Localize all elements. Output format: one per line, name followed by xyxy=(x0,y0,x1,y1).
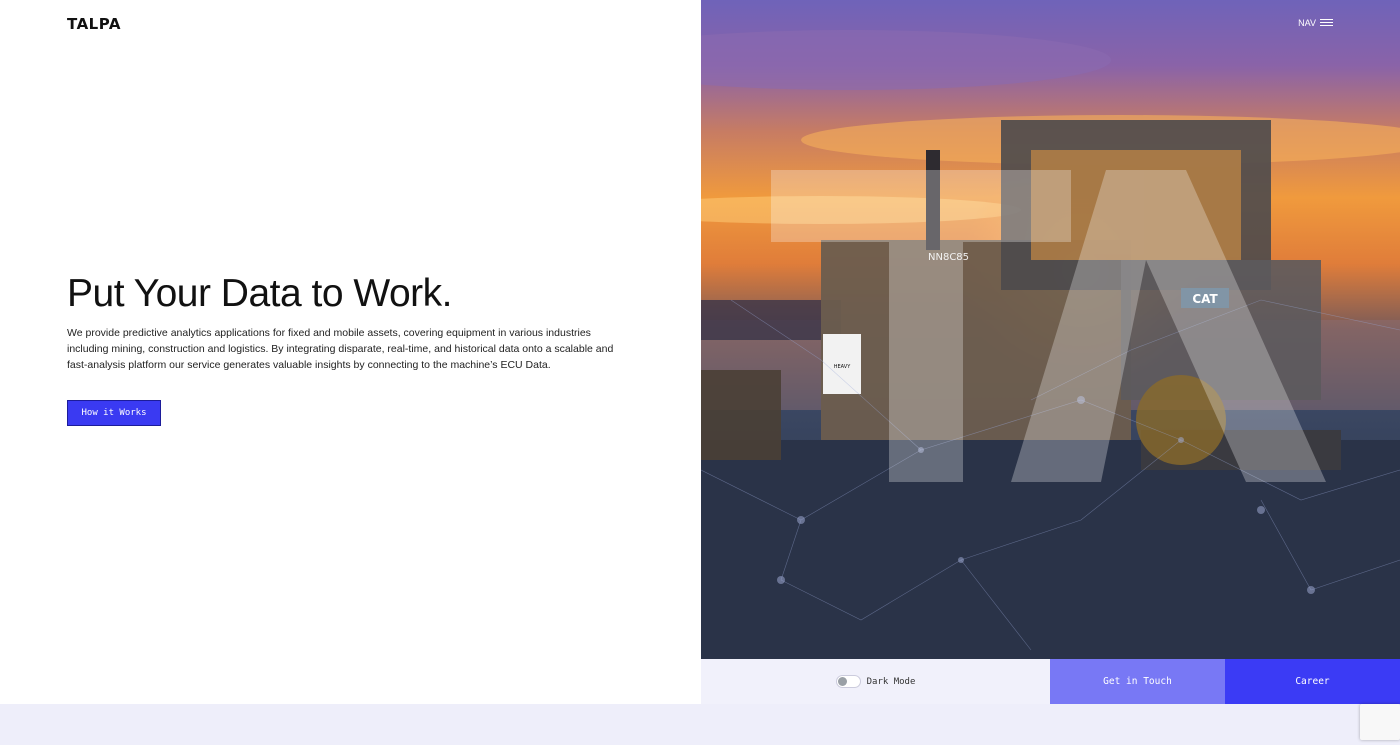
career-button[interactable]: Career xyxy=(1225,659,1400,704)
toggle-knob xyxy=(837,677,847,686)
hero-panel: TALPA Put Your Data to Work. We provide … xyxy=(0,0,701,704)
recaptcha-badge[interactable] xyxy=(1360,704,1400,740)
nav-menu-button[interactable]: NAV xyxy=(1298,17,1333,28)
dark-mode-toggle[interactable] xyxy=(835,675,861,688)
hero-description: We provide predictive analytics applicat… xyxy=(67,327,614,371)
hero-image: HEAVY NN8C85 CAT NAV xyxy=(701,0,1400,659)
how-it-works-button[interactable]: How it Works xyxy=(67,400,161,426)
nav-label: NAV xyxy=(1298,17,1316,28)
get-in-touch-button[interactable]: Get in Touch xyxy=(1050,659,1225,704)
hamburger-icon xyxy=(1320,17,1333,28)
dark-mode-label: Dark Mode xyxy=(866,676,916,687)
bottom-bar: Dark Mode Get in Touch Career xyxy=(701,659,1400,704)
footer-strip xyxy=(0,704,1400,745)
dark-mode-toggle-area[interactable]: Dark Mode xyxy=(701,659,1050,704)
bulldozer-photo: HEAVY NN8C85 CAT xyxy=(701,30,1400,659)
talpa-logo[interactable]: TALPA xyxy=(67,15,121,33)
hero-title: Put Your Data to Work. xyxy=(67,272,453,315)
rental-sign: HEAVY xyxy=(834,364,851,370)
